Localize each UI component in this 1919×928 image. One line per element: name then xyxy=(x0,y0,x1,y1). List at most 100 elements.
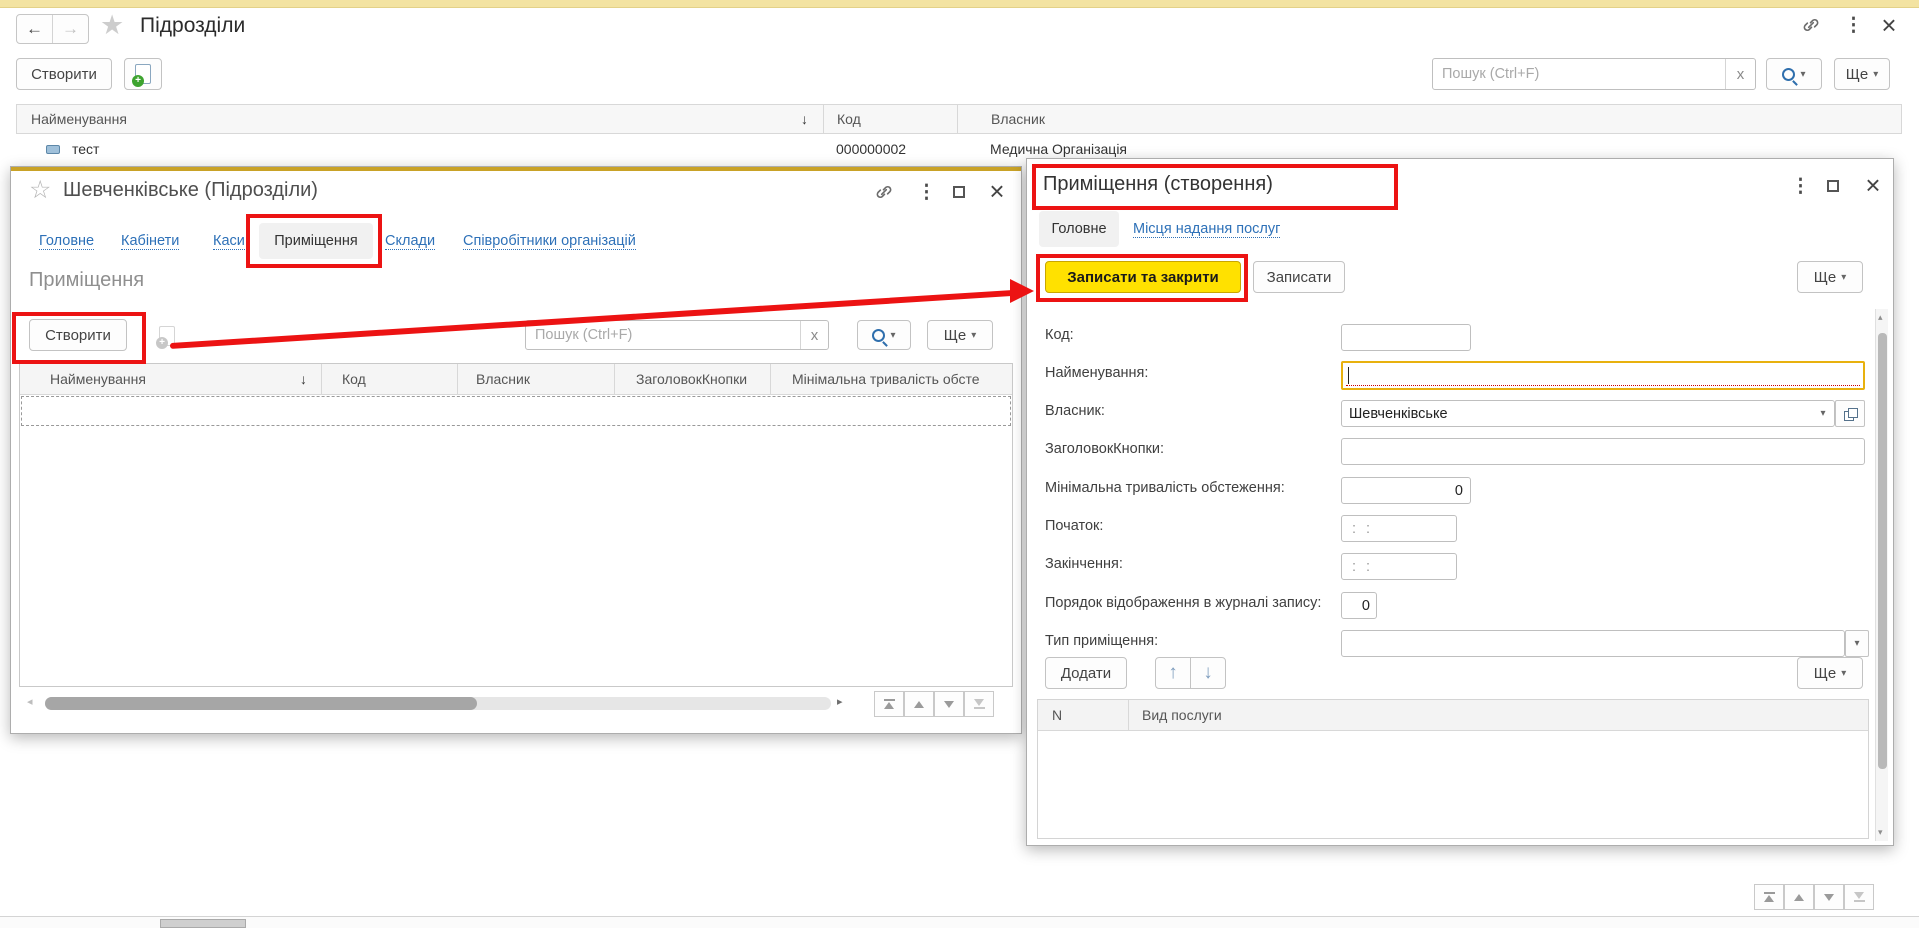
column-code[interactable]: Код xyxy=(837,111,861,127)
departments-table-header[interactable]: Найменування ↓ Код Власник xyxy=(16,104,1902,134)
search-input[interactable]: Пошук (Ctrl+F) x xyxy=(1432,58,1756,90)
save-button[interactable]: Записати xyxy=(1253,261,1345,293)
maximize-icon[interactable] xyxy=(1827,180,1839,192)
move-up-button[interactable]: ↑ xyxy=(1155,657,1191,689)
search-clear-icon[interactable]: x xyxy=(1725,59,1755,89)
link-icon[interactable] xyxy=(873,181,895,203)
favorite-star-icon[interactable]: ★ xyxy=(100,10,124,41)
v-scroll-track[interactable]: ▴ ▾ xyxy=(1875,309,1888,841)
chevron-down-icon: ▾ xyxy=(1800,69,1805,80)
copy-item-button[interactable]: + xyxy=(151,322,183,350)
kebab-menu-icon[interactable]: ⋮ xyxy=(1791,175,1805,198)
go-last-button[interactable] xyxy=(1844,884,1874,910)
back-button[interactable]: ← xyxy=(17,15,53,43)
search-options-button[interactable]: ▾ xyxy=(1766,58,1822,90)
create-button[interactable]: Створити xyxy=(16,58,112,90)
tab-holovne[interactable]: Головне xyxy=(1039,211,1119,247)
column-name[interactable]: Найменування xyxy=(31,111,127,127)
order-field[interactable]: 0 xyxy=(1341,592,1377,619)
create-new-item-button[interactable]: + xyxy=(124,58,162,90)
column-service-type[interactable]: Вид послуги xyxy=(1142,707,1222,723)
tab-kasy[interactable]: Каси xyxy=(213,233,245,250)
link-icon[interactable] xyxy=(1800,14,1822,36)
tab-mistsia-nadannia[interactable]: Місця надання послуг xyxy=(1133,221,1280,238)
tab-holovne[interactable]: Головне xyxy=(39,233,94,250)
dialog-title: Шевченківське (Підрозділи) xyxy=(63,179,318,202)
name-field[interactable] xyxy=(1341,361,1865,390)
shevchenkivske-dialog: ☆ Шевченківське (Підрозділи) ⋮ × Головне… xyxy=(10,166,1022,734)
go-first-button[interactable] xyxy=(1754,884,1784,910)
column-n[interactable]: N xyxy=(1052,707,1062,723)
favorite-star-outline-icon[interactable]: ☆ xyxy=(29,175,51,205)
kebab-menu-icon[interactable]: ⋮ xyxy=(917,181,931,204)
tab-kabinety[interactable]: Кабінети xyxy=(121,233,179,250)
more-button[interactable]: Ще▾ xyxy=(1797,261,1863,293)
more-button[interactable]: Ще▾ xyxy=(927,320,993,350)
go-next-button[interactable] xyxy=(1814,884,1844,910)
code-field[interactable] xyxy=(1341,324,1471,351)
search-clear-icon[interactable]: x xyxy=(800,321,828,349)
go-prev-button[interactable] xyxy=(904,691,934,717)
column-button-title[interactable]: ЗаголовокКнопки xyxy=(636,371,747,387)
column-owner[interactable]: Власник xyxy=(476,371,530,387)
chevron-down-icon: ▾ xyxy=(1873,69,1878,80)
rooms-table: Найменування ↓ Код Власник ЗаголовокКноп… xyxy=(19,363,1013,687)
button-title-field[interactable] xyxy=(1341,438,1865,465)
go-first-button[interactable] xyxy=(874,691,904,717)
h-scroll-thumb[interactable] xyxy=(45,697,477,710)
room-type-field[interactable] xyxy=(1341,630,1845,657)
close-dialog-icon[interactable]: × xyxy=(987,176,1007,207)
room-type-dropdown-button[interactable]: ▾ xyxy=(1845,630,1869,657)
create-room-button[interactable]: Створити xyxy=(29,319,127,351)
owner-field[interactable]: Шевченківське ▾ xyxy=(1341,400,1835,427)
owner-open-button[interactable] xyxy=(1835,400,1865,427)
tab-spivrobitnyky[interactable]: Співробітники організацій xyxy=(463,233,636,250)
close-dialog-icon[interactable]: × xyxy=(1863,170,1883,201)
tab-prymishchennia[interactable]: Приміщення xyxy=(259,223,373,259)
column-owner[interactable]: Власник xyxy=(991,111,1045,127)
scroll-left-icon[interactable]: ◂ xyxy=(27,695,33,708)
scroll-up-icon[interactable]: ▴ xyxy=(1878,312,1883,323)
chevron-down-icon: ▾ xyxy=(890,330,895,341)
more-label: Ще xyxy=(1814,665,1836,682)
go-next-button[interactable] xyxy=(934,691,964,717)
active-window-bar xyxy=(11,167,1021,171)
column-min-duration[interactable]: Мінімальна тривалість обсте xyxy=(792,371,980,387)
end-time-field[interactable]: : : xyxy=(1341,553,1457,580)
v-scroll-thumb[interactable] xyxy=(1878,333,1887,769)
go-prev-button[interactable] xyxy=(1784,884,1814,910)
tab-label: Приміщення xyxy=(274,233,357,249)
move-down-button[interactable]: ↓ xyxy=(1190,657,1226,689)
forward-button[interactable]: → xyxy=(53,15,88,43)
min-duration-field[interactable]: 0 xyxy=(1341,477,1471,504)
maximize-icon[interactable] xyxy=(953,186,965,198)
kebab-menu-icon[interactable]: ⋮ xyxy=(1844,14,1858,37)
scroll-right-icon[interactable]: ▸ xyxy=(837,695,843,708)
services-table: N Вид послуги xyxy=(1037,699,1869,839)
label-room-type: Тип приміщення: xyxy=(1045,633,1158,649)
more-button[interactable]: Ще▾ xyxy=(1834,58,1890,90)
rooms-table-header[interactable]: Найменування ↓ Код Власник ЗаголовокКноп… xyxy=(20,364,1012,395)
start-time-value: : : xyxy=(1342,521,1373,537)
h-scroll-track[interactable] xyxy=(45,697,831,710)
go-last-button[interactable] xyxy=(964,691,994,717)
room-search-input[interactable]: Пошук (Ctrl+F) x xyxy=(525,320,829,350)
room-create-dialog: Приміщення (створення) ⋮ × Головне Місця… xyxy=(1026,158,1894,846)
chevron-down-icon[interactable]: ▾ xyxy=(1812,408,1834,419)
search-options-button[interactable]: ▾ xyxy=(857,320,911,350)
label-name: Найменування: xyxy=(1045,365,1148,381)
services-more-button[interactable]: Ще▾ xyxy=(1797,657,1863,689)
column-name[interactable]: Найменування xyxy=(50,371,146,387)
required-marker xyxy=(1346,385,1860,386)
close-window-icon[interactable]: × xyxy=(1879,10,1899,41)
scroll-down-icon[interactable]: ▾ xyxy=(1878,827,1883,838)
arrow-up-icon: ↑ xyxy=(1168,662,1178,684)
save-and-close-button[interactable]: Записати та закрити xyxy=(1045,261,1241,293)
label-min-duration: Мінімальна тривалість обстеження: xyxy=(1045,480,1285,496)
start-time-field[interactable]: : : xyxy=(1341,515,1457,542)
column-code[interactable]: Код xyxy=(342,371,366,387)
tab-sklady[interactable]: Склади xyxy=(385,233,435,250)
empty-selected-row[interactable] xyxy=(21,396,1011,426)
services-table-header[interactable]: N Вид послуги xyxy=(1038,700,1868,731)
add-service-button[interactable]: Додати xyxy=(1045,657,1127,689)
